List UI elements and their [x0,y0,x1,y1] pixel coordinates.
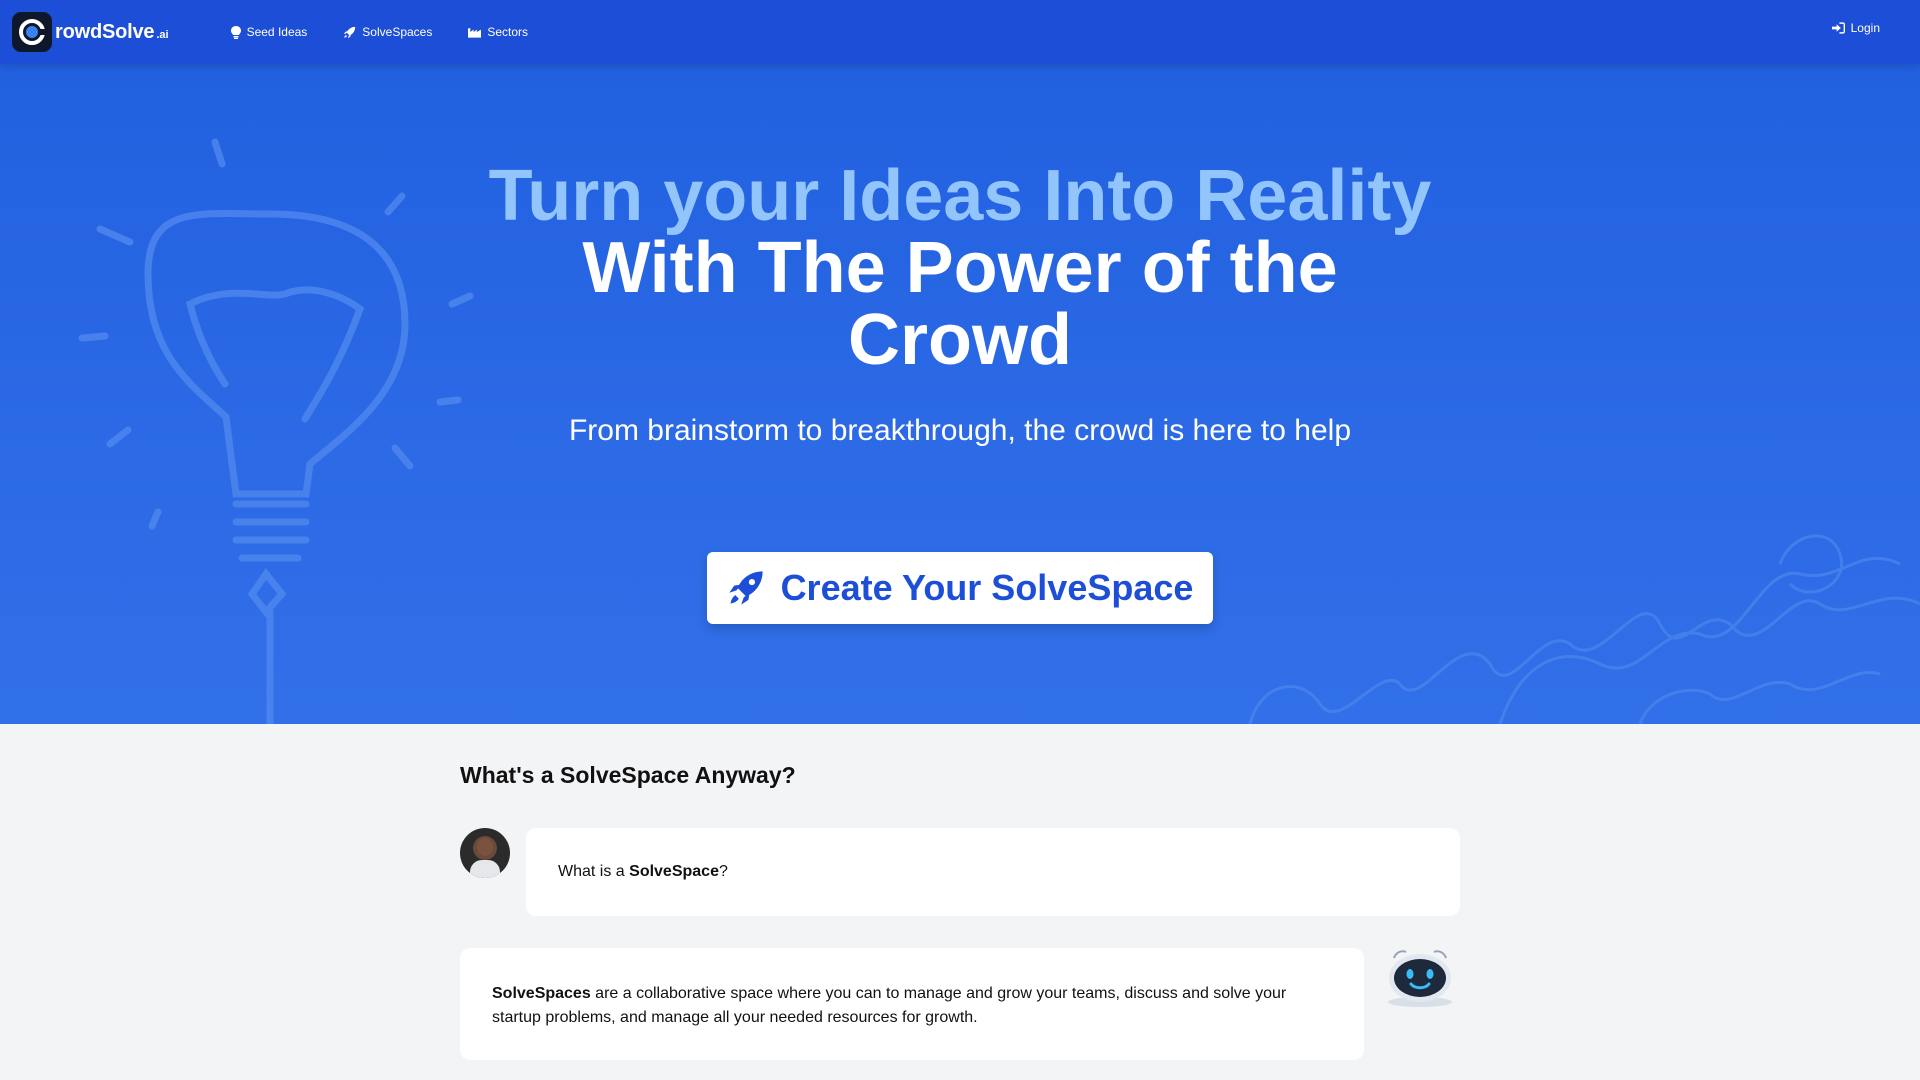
question-suffix: ? [718,863,728,880]
brand[interactable]: rowdSolve .ai [12,12,169,52]
lightbulb-icon [230,25,241,39]
nav-item-solvespaces[interactable]: SolveSpaces [325,0,450,64]
hero-subtitle: From brainstorm to breakthrough, the cro… [568,414,1352,447]
question-text: What is a SolveSpace? [558,863,728,881]
avatar-shirt [470,860,500,878]
avatar-face [477,838,493,856]
hero-section: Turn your Ideas Into Reality With The Po… [0,64,1920,724]
login-label: Login [1850,21,1880,35]
nav-item-label: Seed Ideas [246,25,308,39]
create-solvespace-button[interactable]: Create Your SolveSpace [707,552,1213,624]
rocket-icon [344,26,356,38]
answer-bold: SolveSpaces [492,985,591,1002]
nav-links: Seed Ideas SolveSpaces Sectors [213,0,546,64]
rocket-icon [728,571,763,605]
question-bubble: What is a SolveSpace? [526,828,1460,916]
faq-section-title: What's a SolveSpace Anyway? [460,762,796,788]
nav-item-seed-ideas[interactable]: Seed Ideas [213,0,326,64]
create-solvespace-label: Create Your SolveSpace [780,567,1194,608]
brand-name: rowdSolve [55,20,155,43]
hero-title-line2: With The Power of the [582,228,1338,308]
nav-item-label: Sectors [487,25,529,39]
industry-icon [468,28,482,38]
answer-bubble: SolveSpaces are a collaborative space wh… [460,948,1364,1060]
robot-avatar-icon [1388,950,1452,1007]
brand-suffix: .ai [156,29,169,41]
nav-item-sectors[interactable]: Sectors [450,0,546,64]
sign-in-icon [1831,22,1845,34]
user-avatar [460,828,510,878]
squiggle-decoration [1248,534,1920,724]
login-link[interactable]: Login [1831,0,1880,56]
hero-title: Turn your Ideas Into Reality With The Po… [0,160,1920,376]
hero-title-line1: Turn your Ideas Into Reality [488,156,1432,236]
question-prefix: What is a [558,863,630,880]
crowdsolve-logo-icon [12,12,52,52]
question-bold: SolveSpace [629,863,719,880]
nav-item-label: SolveSpaces [362,25,433,39]
hero-title-line3: Crowd [848,300,1072,380]
answer-text: are a collaborative space where you can … [492,985,1287,1026]
top-navbar: rowdSolve .ai Seed Ideas SolveSpaces Sec… [0,0,1920,64]
